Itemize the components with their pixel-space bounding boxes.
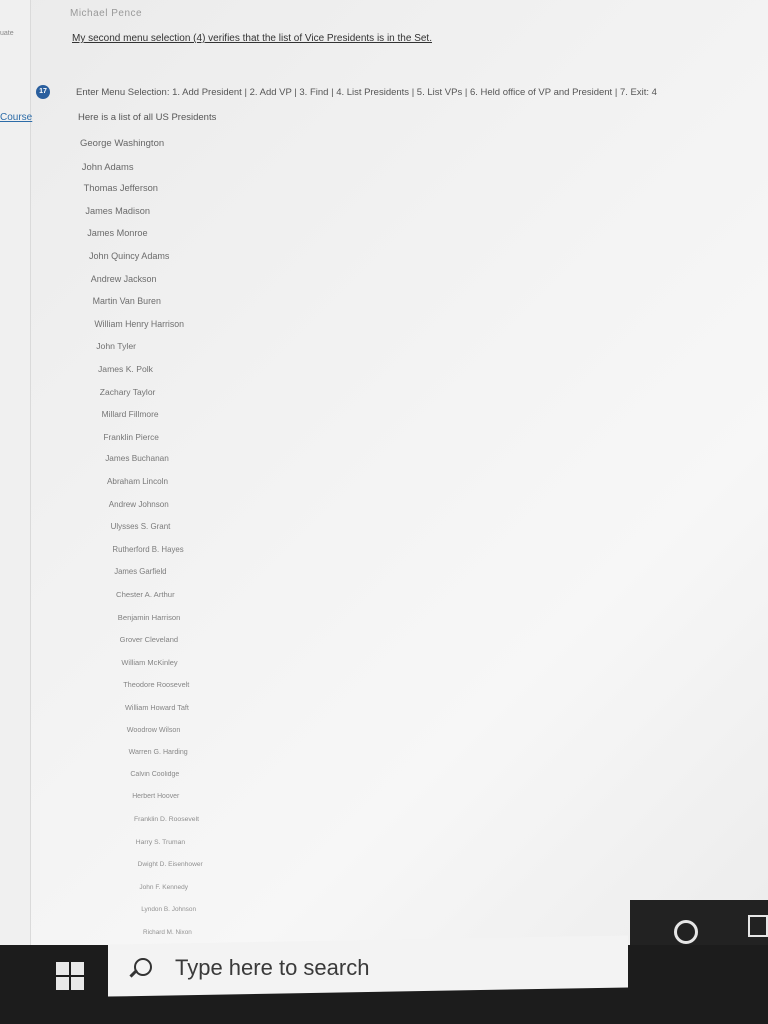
president-list-item: William Henry Harrison xyxy=(94,318,185,329)
cortana-icon[interactable] xyxy=(674,920,698,944)
president-list-item: Richard M. Nixon xyxy=(143,929,192,936)
president-list-item: Woodrow Wilson xyxy=(126,725,181,734)
president-list-item: Herbert Hoover xyxy=(132,793,180,801)
president-list-item: Lyndon B. Johnson xyxy=(141,906,197,914)
president-list-item: John Tyler xyxy=(96,341,137,352)
president-list-item: Theodore Roosevelt xyxy=(123,680,190,690)
left-nav-strip: uate Course xyxy=(0,0,32,945)
post-text: My second menu selection (4) verifies th… xyxy=(72,33,432,44)
list-header: Here is a list of all US Presidents xyxy=(78,112,217,123)
president-list-item: Chester A. Arthur xyxy=(116,590,175,599)
task-view-icon[interactable] xyxy=(748,915,768,937)
president-list-item: Grover Cleveland xyxy=(119,635,179,645)
president-list-item: Rutherford B. Hayes xyxy=(112,544,184,554)
president-list-item: Dwight D. Eisenhower xyxy=(137,861,203,869)
president-list-item: Warren G. Harding xyxy=(128,748,188,757)
nav-item-partial[interactable]: uate xyxy=(0,30,14,37)
president-list-item: George Washington xyxy=(80,138,165,149)
menu-prompt: Enter Menu Selection: 1. Add President |… xyxy=(76,87,657,98)
president-list-item: Martin Van Buren xyxy=(92,296,161,307)
president-list-item: William Howard Taft xyxy=(125,703,189,712)
president-list-item: Millard Fillmore xyxy=(101,409,159,420)
president-list-item: Franklin D. Roosevelt xyxy=(134,816,199,823)
search-placeholder[interactable]: Type here to search xyxy=(175,955,369,981)
president-list-item: James Monroe xyxy=(87,228,148,239)
president-list-item: Ulysses S. Grant xyxy=(110,522,171,532)
president-list-item: James Buchanan xyxy=(105,454,169,464)
president-list-item: William McKinley xyxy=(121,657,178,667)
president-list-item: Calvin Coolidge xyxy=(130,770,180,778)
author-name: Michael Pence xyxy=(70,8,143,19)
president-list-item: James Garfield xyxy=(114,567,167,577)
president-list-item: John F. Kennedy xyxy=(139,883,189,891)
windows-start-icon[interactable] xyxy=(56,962,84,990)
president-list-item: Andrew Jackson xyxy=(90,273,157,284)
president-list-item: Zachary Taylor xyxy=(99,386,156,397)
president-list-item: Harry S. Truman xyxy=(135,838,186,846)
president-list-item: John Adams xyxy=(81,160,134,172)
president-list-item: Franklin Pierce xyxy=(103,431,159,442)
president-list-item: John Quincy Adams xyxy=(89,251,170,261)
president-list-item: Andrew Johnson xyxy=(108,499,169,509)
screen: uate Course Michael Pence My second menu… xyxy=(0,0,768,945)
president-list-item: James Madison xyxy=(85,205,150,216)
avatar-badge[interactable]: 17 xyxy=(36,85,50,99)
nav-item-course[interactable]: Course xyxy=(0,112,32,123)
president-list-item: James K. Polk xyxy=(98,364,153,374)
president-list-item: Thomas Jefferson xyxy=(83,183,158,194)
president-list-item: Abraham Lincoln xyxy=(107,477,168,486)
president-list-item: Benjamin Harrison xyxy=(117,612,181,622)
search-icon xyxy=(134,958,152,976)
